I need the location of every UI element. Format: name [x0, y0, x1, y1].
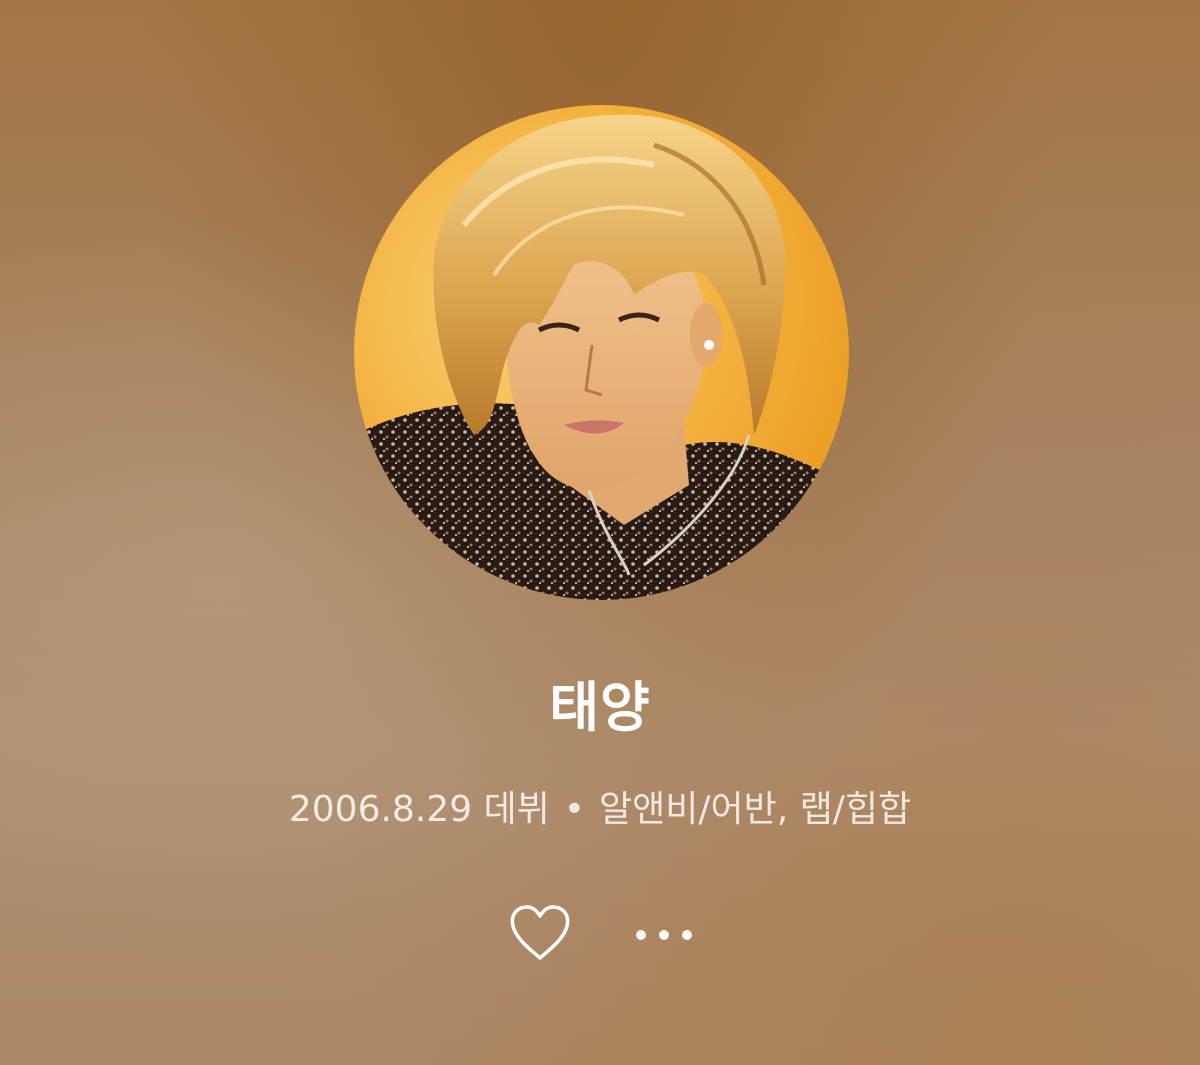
heart-outline-icon [510, 905, 570, 960]
artist-actions [0, 902, 1200, 966]
artist-profile-photo [354, 105, 849, 600]
genre-list: 알앤비/어반, 랩/힙합 [599, 789, 912, 830]
artist-photo-illustration [354, 105, 849, 600]
artist-name: 태양 [549, 676, 651, 739]
artist-info: 2006.8.29 데뷔 • 알앤비/어반, 랩/힙합 [0, 785, 1200, 835]
more-horizontal-icon [636, 930, 646, 940]
debut-date: 2006.8.29 데뷔 [288, 789, 550, 830]
more-dot-icon [659, 930, 669, 940]
like-button[interactable] [506, 902, 574, 966]
artist-profile-screen: 태양 2006.8.29 데뷔 • 알앤비/어반, 랩/힙합 [0, 0, 1200, 1065]
more-dot-icon [682, 930, 692, 940]
info-separator: • [563, 789, 586, 830]
more-options-button[interactable] [626, 902, 702, 966]
